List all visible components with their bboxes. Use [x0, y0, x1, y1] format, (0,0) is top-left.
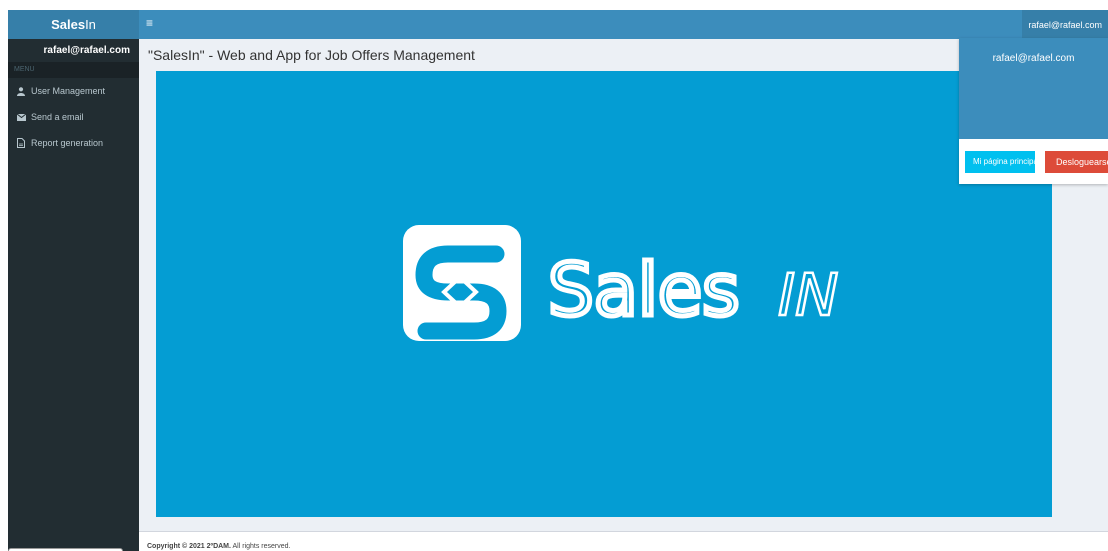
salesin-banner: Sales IN — [156, 71, 1052, 517]
sidebar-item-report-generation[interactable]: Report generation — [8, 130, 139, 156]
logo-light: In — [85, 17, 96, 32]
dropdown-user-header: rafael@rafael.com — [959, 38, 1108, 139]
svg-text:IN: IN — [778, 261, 839, 329]
logout-button[interactable]: Desloguearse — [1045, 151, 1108, 173]
logo-bold: Sales — [51, 17, 86, 32]
sidebar: rafael@rafael.com MENU User Management S… — [8, 39, 139, 551]
sidebar-item-label: User Management — [31, 86, 106, 96]
envelope-icon — [15, 113, 27, 121]
top-navbar: ≡ rafael@rafael.com — [139, 10, 1108, 39]
menu-toggle-icon[interactable]: ≡ — [146, 16, 153, 30]
page-title: "SalesIn" - Web and App for Job Offers M… — [148, 47, 475, 63]
app-frame: Sales In ≡ rafael@rafael.com rafael@rafae… — [8, 10, 1108, 551]
user-menu-button[interactable]: rafael@rafael.com — [1022, 10, 1108, 39]
svg-text:Sales: Sales — [548, 248, 740, 332]
user-icon — [15, 86, 27, 96]
salesin-logo-graphic: Sales IN — [403, 225, 840, 341]
sidebar-item-user-management[interactable]: User Management — [8, 78, 139, 104]
sidebar-item-send-email[interactable]: Send a email — [8, 104, 139, 130]
copyright-bold: Copyright © 2021 2ºDAM. — [147, 543, 231, 550]
app-logo[interactable]: Sales In — [8, 10, 139, 39]
user-dropdown: rafael@rafael.com Mi página principal De… — [959, 38, 1108, 184]
copyright-rest: All rights reserved. — [230, 543, 291, 550]
home-page-button[interactable]: Mi página principal — [965, 151, 1035, 173]
copyright-text: Copyright © 2021 2ºDAM. All rights reser… — [147, 543, 290, 550]
page-footer: Copyright © 2021 2ºDAM. All rights reser… — [139, 531, 1108, 551]
sidebar-section-header: MENU — [8, 62, 139, 78]
sidebar-item-label: Send a email — [31, 112, 84, 122]
file-icon — [15, 138, 27, 148]
sidebar-item-label: Report generation — [31, 138, 104, 148]
dropdown-footer: Mi página principal Desloguearse — [959, 139, 1108, 184]
sidebar-user: rafael@rafael.com — [43, 45, 130, 56]
